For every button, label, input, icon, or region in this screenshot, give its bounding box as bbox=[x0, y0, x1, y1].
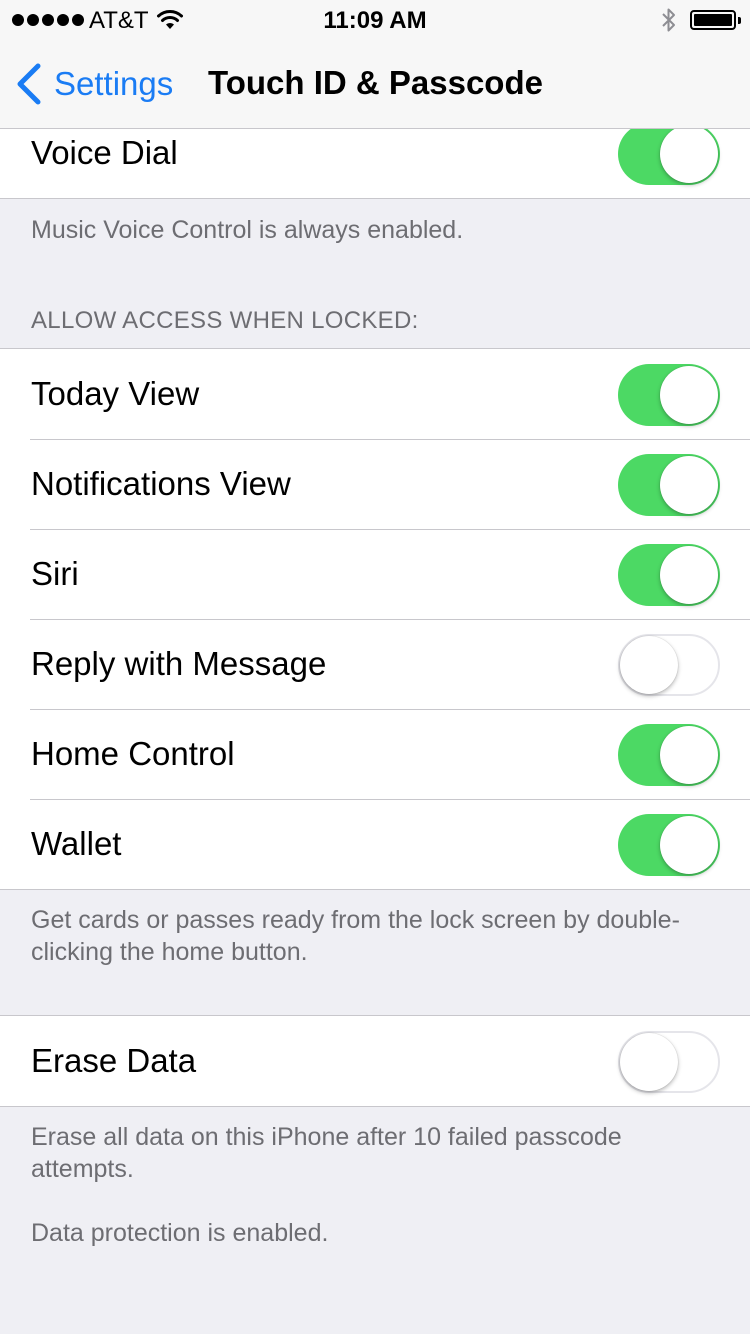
erase-data-group: Erase Data bbox=[0, 1015, 750, 1107]
voice-dial-toggle[interactable] bbox=[618, 123, 720, 185]
allow-access-group: Today View Notifications View Siri Reply… bbox=[0, 348, 750, 890]
settings-row-today-view: Today View bbox=[0, 349, 750, 439]
data-protection-footer: Data protection is enabled. bbox=[31, 1219, 329, 1247]
row-label: Notifications View bbox=[31, 465, 291, 502]
siri-toggle[interactable] bbox=[618, 544, 720, 606]
reply-with-message-toggle[interactable] bbox=[618, 634, 720, 696]
back-button-label: Settings bbox=[54, 65, 174, 102]
row-label: Today View bbox=[31, 375, 200, 412]
today-view-toggle[interactable] bbox=[618, 364, 720, 426]
bluetooth-icon bbox=[660, 6, 678, 39]
erase-data-footer: Erase all data on this iPhone after 10 f… bbox=[31, 1123, 622, 1183]
status-time: 11:09 AM bbox=[323, 7, 427, 34]
erase-data-toggle[interactable] bbox=[618, 1031, 720, 1093]
row-label: Wallet bbox=[31, 825, 122, 862]
settings-row-reply-with-message: Reply with Message bbox=[0, 619, 750, 709]
chevron-left-icon bbox=[17, 63, 41, 105]
wallet-footer: Get cards or passes ready from the lock … bbox=[31, 906, 680, 966]
settings-row-siri: Siri bbox=[0, 529, 750, 619]
settings-row-erase-data: Erase Data bbox=[0, 1016, 750, 1106]
row-label: Reply with Message bbox=[31, 645, 327, 682]
page-title: Touch ID & Passcode bbox=[208, 64, 543, 101]
row-label: Erase Data bbox=[31, 1042, 197, 1079]
allow-access-header: ALLOW ACCESS WHEN LOCKED: bbox=[31, 307, 419, 334]
navigation-bar: AT&T 11:09 AM Settings Touch ID & Passco… bbox=[0, 0, 750, 129]
back-button[interactable]: Settings bbox=[16, 62, 173, 106]
row-label: Siri bbox=[31, 555, 79, 592]
settings-row-notifications-view: Notifications View bbox=[0, 439, 750, 529]
home-control-toggle[interactable] bbox=[618, 724, 720, 786]
voice-control-footer: Music Voice Control is always enabled. bbox=[31, 216, 464, 244]
battery-icon bbox=[690, 10, 741, 30]
wallet-toggle[interactable] bbox=[618, 814, 720, 876]
status-bar: AT&T 11:09 AM bbox=[0, 0, 750, 40]
settings-row-home-control: Home Control bbox=[0, 709, 750, 799]
notifications-view-toggle[interactable] bbox=[618, 454, 720, 516]
row-label: Home Control bbox=[31, 735, 235, 772]
settings-row-wallet: Wallet bbox=[0, 799, 750, 889]
